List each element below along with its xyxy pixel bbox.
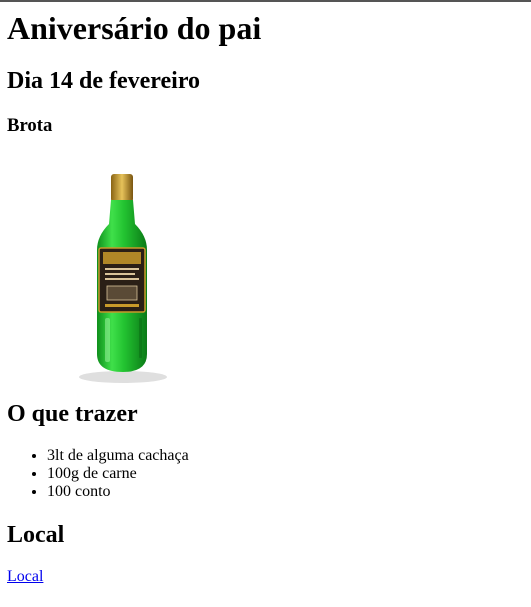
bring-list: 3lt de alguma cachaça 100g de carne 100 … <box>7 447 189 501</box>
top-border <box>0 0 531 2</box>
event-date: Dia 14 de fevereiro <box>7 68 201 94</box>
page-title: Aniversário do pai <box>7 10 262 46</box>
event-subtitle: Brota <box>7 115 53 136</box>
list-item: 100 conto <box>47 483 189 501</box>
location-link[interactable]: Local <box>7 568 43 586</box>
cachaca-bottle-icon <box>79 174 167 383</box>
cachaca-bottle-image <box>67 164 177 386</box>
list-item: 100g de carne <box>47 465 189 483</box>
bring-heading: O que trazer <box>7 401 138 427</box>
location-heading: Local <box>7 522 65 548</box>
list-item: 3lt de alguma cachaça <box>47 447 189 465</box>
